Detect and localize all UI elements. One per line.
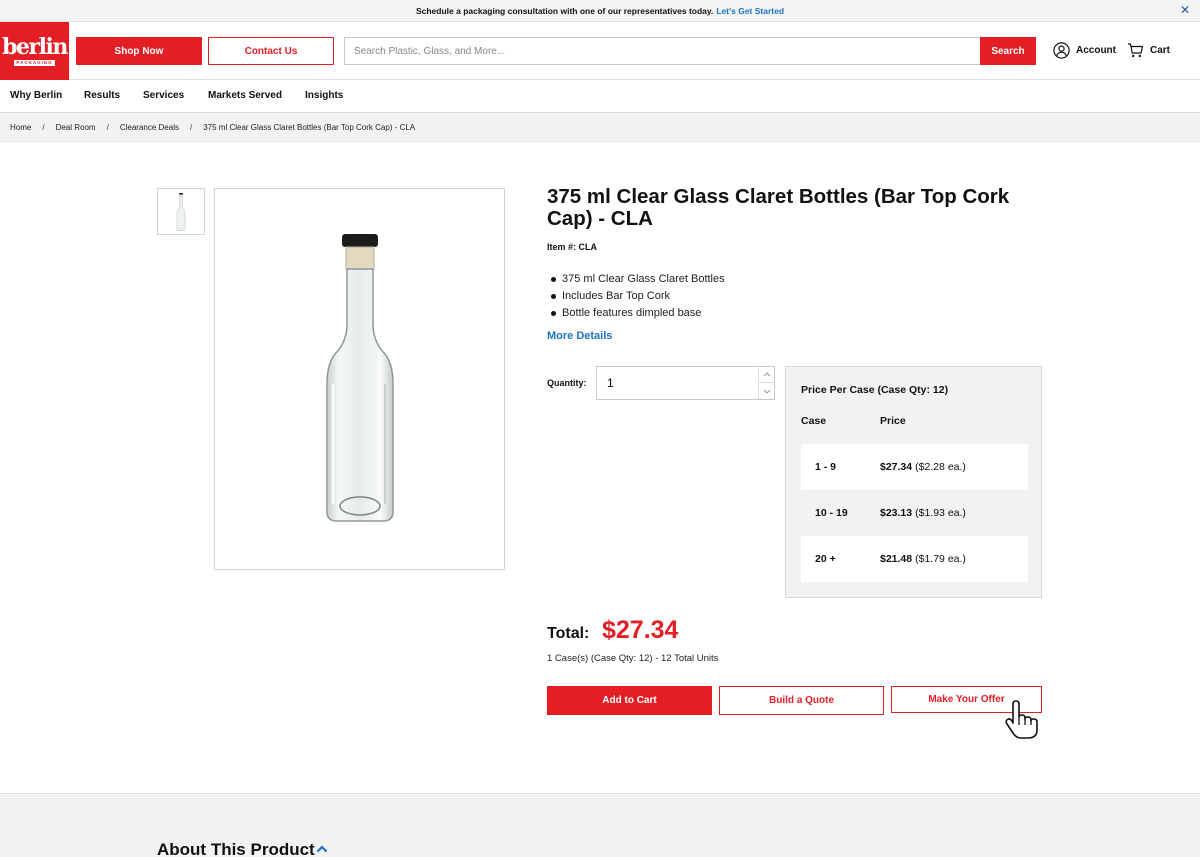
breadcrumb-clearance-deals[interactable]: Clearance Deals — [120, 123, 179, 132]
nav-results[interactable]: Results — [84, 90, 120, 101]
item-number: Item #: CLA — [547, 242, 598, 252]
tier-each-price: ($2.28 ea.) — [915, 461, 966, 473]
breadcrumb-current: 375 ml Clear Glass Claret Bottles (Bar T… — [203, 122, 416, 132]
quantity-decrement[interactable] — [758, 383, 775, 399]
total-price: $27.34 — [602, 616, 679, 644]
tier-quantity: 1 - 9 — [815, 461, 837, 473]
price-tier-row: 20 + $21.48 ($1.79 ea.) — [801, 536, 1028, 582]
breadcrumb-deal-room[interactable]: Deal Room — [56, 123, 96, 132]
quantity-increment[interactable] — [758, 367, 775, 383]
nav-services[interactable]: Services — [143, 90, 184, 101]
nav-markets-served[interactable]: Markets Served — [208, 90, 282, 101]
logo-subtitle: PACKAGING — [14, 60, 55, 66]
nav-why-berlin[interactable]: Why Berlin — [10, 90, 62, 101]
breadcrumb: Home / Deal Room / Clearance Deals / 375… — [0, 113, 1200, 142]
account-label: Account — [1076, 45, 1116, 56]
feature-item: Bottle features dimpled base — [551, 305, 725, 322]
price-tier-row: 1 - 9 $27.34 ($2.28 ea.) — [801, 444, 1028, 490]
search-button[interactable]: Search — [980, 37, 1036, 65]
feature-item: 375 ml Clear Glass Claret Bottles — [551, 271, 725, 288]
user-icon — [1053, 42, 1070, 59]
tier-price: $27.34 — [880, 461, 913, 473]
breadcrumb-separator: / — [106, 122, 109, 132]
price-table-title: Price Per Case (Case Qty: 12) — [801, 384, 949, 396]
chevron-down-icon — [763, 389, 771, 394]
site-header: berlin PACKAGING Shop Now Contact Us Sea… — [0, 22, 1200, 80]
bottle-thumbnail-image — [176, 192, 186, 231]
account-link[interactable]: Account — [1053, 42, 1116, 59]
column-header-price: Price — [880, 415, 906, 427]
total-label: Total: — [547, 625, 590, 642]
tier-price: $21.48 — [880, 553, 913, 565]
feature-list: 375 ml Clear Glass Claret Bottles Includ… — [551, 271, 725, 322]
breadcrumb-separator: / — [42, 122, 45, 132]
banner-link[interactable]: Let's Get Started — [716, 6, 784, 16]
product-main-image[interactable] — [214, 188, 505, 570]
quantity-stepper — [596, 366, 775, 400]
column-header-case: Case — [801, 415, 827, 427]
quantity-label: Quantity: — [547, 378, 587, 388]
more-details-link[interactable]: More Details — [547, 330, 612, 342]
contact-us-button[interactable]: Contact Us — [208, 37, 334, 65]
tier-each-price: ($1.93 ea.) — [915, 507, 966, 519]
close-icon[interactable]: ✕ — [1180, 4, 1190, 16]
tier-quantity: 10 - 19 — [815, 507, 848, 519]
shop-now-button[interactable]: Shop Now — [76, 37, 202, 65]
quantity-input[interactable] — [597, 367, 757, 399]
top-banner: Schedule a packaging consultation with o… — [0, 0, 1200, 22]
tier-quantity: 20 + — [815, 553, 836, 565]
search-input[interactable] — [344, 37, 982, 65]
hand-pointer-cursor-icon — [1005, 700, 1038, 739]
product-title: 375 ml Clear Glass Claret Bottles (Bar T… — [547, 185, 1010, 230]
add-to-cart-button[interactable]: Add to Cart — [547, 686, 712, 715]
bottle-image — [325, 234, 394, 522]
main-nav: Why Berlin Results Services Markets Serv… — [0, 80, 1200, 113]
build-quote-button[interactable]: Build a Quote — [719, 686, 884, 715]
cart-label: Cart — [1150, 45, 1171, 56]
feature-item: Includes Bar Top Cork — [551, 288, 725, 305]
cart-icon — [1128, 43, 1144, 58]
chevron-up-icon[interactable] — [316, 845, 328, 853]
banner-text: Schedule a packaging consultation with o… — [415, 5, 714, 16]
about-section: About This Product — [0, 793, 1200, 857]
about-title[interactable]: About This Product — [157, 840, 315, 857]
price-tier-row: 10 - 19 $23.13 ($1.93 ea.) — [801, 490, 1028, 536]
tier-price: $23.13 — [880, 507, 913, 519]
breadcrumb-separator: / — [189, 122, 193, 132]
berlin-logo[interactable]: berlin PACKAGING — [0, 22, 69, 80]
tier-each-price: ($1.79 ea.) — [915, 553, 966, 565]
product-thumbnail[interactable] — [157, 188, 205, 235]
nav-insights[interactable]: Insights — [305, 90, 343, 101]
cart-link[interactable]: Cart — [1127, 42, 1170, 59]
price-table: Price Per Case (Case Qty: 12) Case Price… — [785, 366, 1042, 598]
breadcrumb-home[interactable]: Home — [10, 123, 31, 132]
total-units: 1 Case(s) (Case Qty: 12) - 12 Total Unit… — [547, 653, 719, 664]
chevron-up-icon — [763, 372, 771, 377]
logo-word: berlin — [2, 34, 68, 60]
